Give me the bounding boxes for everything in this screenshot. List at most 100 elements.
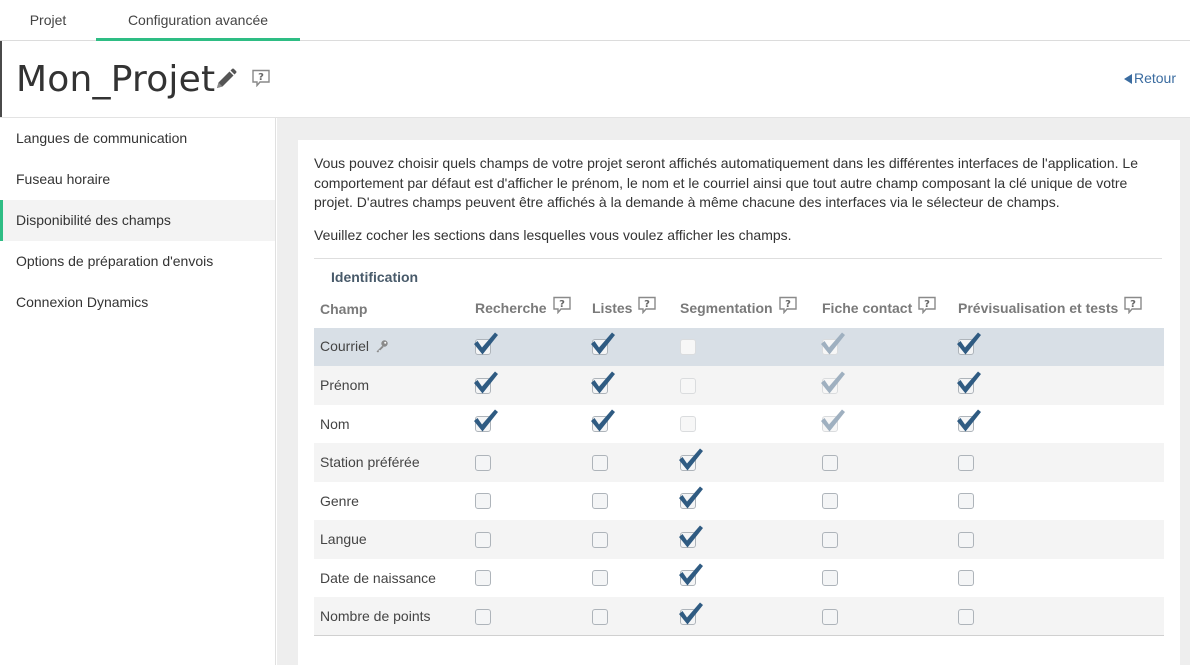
checkbox-segmentation[interactable] (679, 448, 703, 471)
checkbox-cell (586, 520, 674, 559)
table-row: Courriel (314, 327, 1164, 366)
checkbox-fiche-contact[interactable] (822, 570, 838, 587)
checkbox-listes[interactable] (591, 409, 615, 433)
checkbox-cell (816, 482, 952, 521)
checkbox-fiche-contact[interactable] (822, 608, 838, 625)
help-icon[interactable]: ? (1123, 296, 1143, 317)
checkbox-cell (674, 520, 816, 559)
tab-configuration-avancee[interactable]: Configuration avancée (96, 0, 300, 41)
checkbox-cell (816, 366, 952, 405)
checkbox-segmentation[interactable] (679, 602, 703, 625)
checkbox-recherche[interactable] (475, 454, 491, 471)
checkbox-fiche-contact[interactable] (822, 493, 838, 510)
back-link[interactable]: Retour (1123, 70, 1176, 86)
checkbox-segmentation[interactable] (679, 486, 703, 510)
sidebar-item-dynamics[interactable]: Connexion Dynamics (0, 282, 275, 323)
checkbox-previsualisation[interactable] (958, 608, 974, 625)
checkbox-previsualisation[interactable] (958, 570, 974, 587)
checkbox-previsualisation[interactable] (958, 493, 974, 510)
fields-table: Champ Recherche? Listes? Segmentation? Fiche… (314, 290, 1164, 637)
checkbox-cell (952, 366, 1164, 405)
checkmark-icon (591, 371, 615, 394)
checkbox-segmentation[interactable] (679, 525, 703, 548)
checkbox-listes[interactable] (592, 531, 608, 548)
svg-text:?: ? (258, 72, 264, 83)
page-title: Mon_Projet (16, 59, 216, 100)
tab-projet[interactable]: Projet (0, 0, 96, 40)
field-name: Nombre de points (320, 608, 431, 624)
checkbox-previsualisation[interactable] (957, 409, 981, 433)
checkbox-listes[interactable] (592, 570, 608, 587)
checkbox-listes[interactable] (592, 454, 608, 471)
checkbox-segmentation (680, 339, 696, 356)
page-header: Mon_Projet ? Retour (0, 41, 1190, 118)
checkmark-icon (679, 563, 703, 586)
checkbox-previsualisation[interactable] (958, 454, 974, 471)
column-header-label: Segmentation (680, 299, 773, 316)
help-icon[interactable]: ? (917, 296, 937, 317)
checkbox-fiche-contact[interactable] (822, 531, 838, 548)
field-name-cell: Station préférée (314, 443, 469, 482)
section-title: Identification (331, 268, 419, 285)
description-text: Vous pouvez choisir quels champs de votr… (314, 155, 1138, 210)
checkbox-previsualisation[interactable] (957, 332, 981, 356)
help-icon[interactable]: ? (778, 296, 798, 317)
checkmark-icon (957, 371, 981, 394)
checkbox-previsualisation[interactable] (957, 371, 981, 394)
sidebar-item-langues[interactable]: Langues de communication (0, 118, 275, 159)
pencil-icon[interactable] (214, 67, 238, 91)
table-row: Genre (314, 482, 1164, 521)
checkbox-recherche[interactable] (474, 332, 498, 356)
checkbox-cell (952, 520, 1164, 559)
column-header-label: Listes (592, 299, 633, 316)
checkbox-recherche[interactable] (475, 570, 491, 587)
field-name-cell: Genre (314, 482, 469, 521)
checkbox-cell (674, 597, 816, 636)
field-name-cell: Nom (314, 405, 469, 444)
checkbox-recherche[interactable] (475, 493, 491, 510)
checkbox-recherche[interactable] (474, 409, 498, 433)
checkbox-segmentation (680, 377, 696, 394)
checkbox-listes[interactable] (592, 493, 608, 510)
instruction-text: Veuillez cocher les sections dans lesque… (314, 226, 792, 243)
field-name-cell: Date de naissance (314, 559, 469, 598)
sidebar-item-fuseau[interactable]: Fuseau horaire (0, 159, 275, 200)
field-name-cell: Langue (314, 520, 469, 559)
checkbox-segmentation[interactable] (679, 563, 703, 587)
checkmark-icon (821, 409, 845, 432)
checkmark-icon (821, 332, 845, 355)
column-header-label: Prévisualisation et tests (958, 299, 1119, 316)
sidebar-item-options-envois[interactable]: Options de préparation d'envois (0, 241, 275, 282)
checkbox-cell (469, 482, 586, 521)
checkbox-recherche[interactable] (475, 608, 491, 625)
column-header-previsualisation: Prévisualisation et tests? (952, 290, 1164, 328)
checkmark-icon (679, 525, 703, 548)
checkbox-cell (586, 443, 674, 482)
triangle-left-icon (1123, 74, 1132, 84)
svg-text:?: ? (645, 299, 651, 310)
checkbox-listes[interactable] (591, 332, 615, 356)
table-row: Prénom (314, 366, 1164, 405)
checkbox-recherche[interactable] (474, 371, 498, 394)
key-icon (375, 339, 389, 356)
sidebar-item-disponibilite[interactable]: Disponibilité des champs (0, 200, 275, 241)
checkbox-cell (816, 405, 952, 444)
checkbox-listes[interactable] (592, 608, 608, 625)
column-header-label: Champ (320, 300, 368, 317)
field-name-cell: Courriel (314, 327, 469, 366)
back-label: Retour (1133, 70, 1176, 86)
checkbox-cell (469, 597, 586, 636)
column-header-recherche: Recherche? (469, 290, 586, 328)
sidebar: Langues de communication Fuseau horaire … (0, 118, 276, 665)
checkbox-cell (816, 559, 952, 598)
column-header-segmentation: Segmentation? (674, 290, 816, 328)
checkbox-recherche[interactable] (475, 531, 491, 548)
checkbox-listes[interactable] (591, 371, 615, 394)
help-icon[interactable]: ? (552, 296, 572, 317)
help-icon[interactable]: ? (637, 296, 657, 317)
checkbox-previsualisation[interactable] (958, 531, 974, 548)
table-row: Date de naissance (314, 559, 1164, 598)
checkbox-fiche-contact[interactable] (822, 454, 838, 471)
help-icon[interactable]: ? (251, 69, 271, 90)
checkbox-cell (952, 559, 1164, 598)
